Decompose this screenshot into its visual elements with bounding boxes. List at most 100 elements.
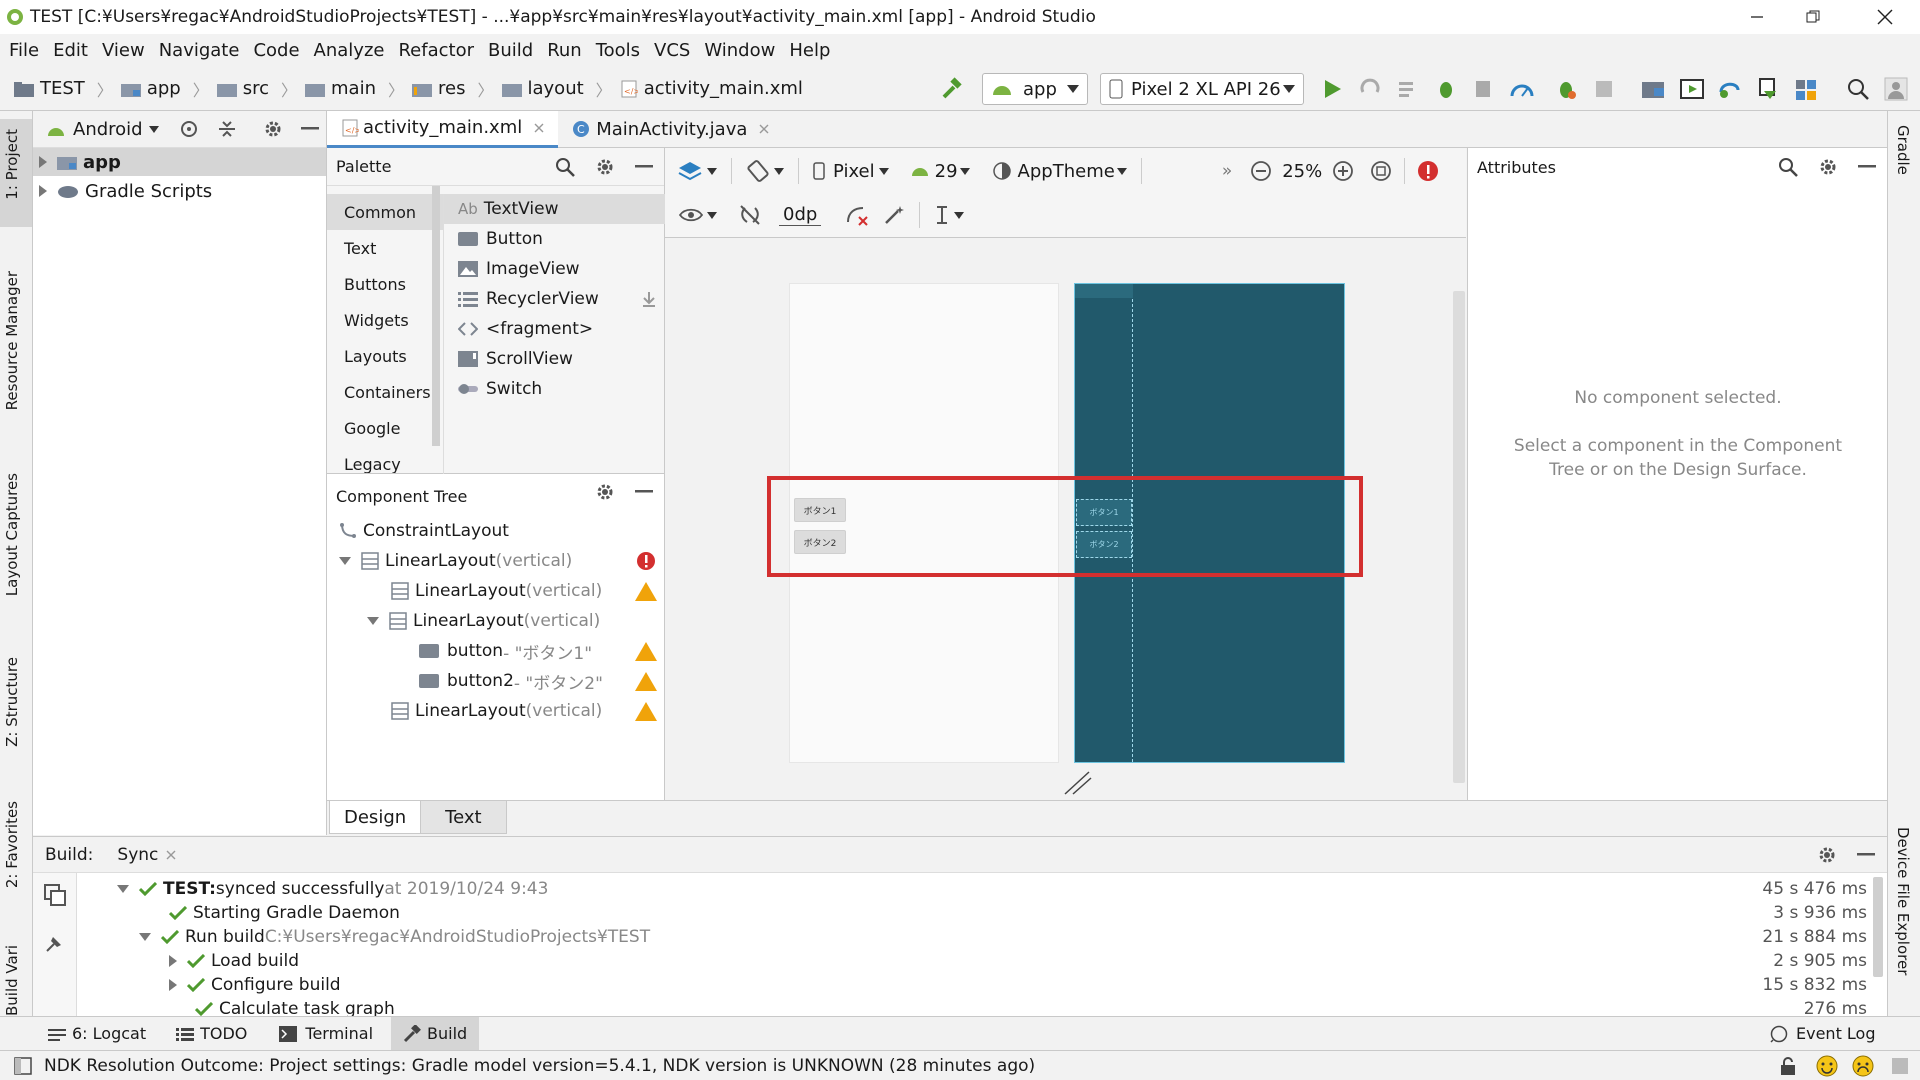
status-message[interactable]: NDK Resolution Outcome: Project settings… [44, 1056, 1035, 1076]
category-layouts[interactable]: Layouts [327, 338, 443, 374]
menu-view[interactable]: View [102, 40, 145, 61]
canvas-scrollbar[interactable] [1453, 291, 1465, 783]
build-scrollbar[interactable] [1873, 877, 1883, 977]
theme-select[interactable]: AppTheme [1018, 161, 1115, 182]
tab-text[interactable]: Text [420, 801, 507, 834]
breadcrumb-app[interactable]: app [147, 78, 181, 99]
breadcrumb-layout[interactable]: layout [528, 78, 584, 99]
tab-activity-main-xml[interactable]: </> activity_main.xml [327, 110, 559, 148]
build-row[interactable]: Calculate task graph 276 ms [77, 997, 1887, 1017]
category-buttons[interactable]: Buttons [327, 266, 443, 302]
make-project-icon[interactable] [934, 71, 970, 107]
tool-tab-layout-captures[interactable]: Layout Captures [3, 473, 21, 596]
tab-design[interactable]: Design [329, 801, 422, 834]
debug-icon[interactable] [1428, 71, 1464, 107]
chevron-down-icon[interactable] [954, 211, 965, 219]
menu-window[interactable]: Window [704, 40, 775, 61]
collapse-arrow-icon[interactable] [117, 885, 129, 893]
expand-arrow-icon[interactable] [169, 955, 177, 967]
warning-icon[interactable] [635, 701, 657, 721]
error-indicator-icon[interactable] [1417, 160, 1439, 182]
infer-constraints-wand-icon[interactable] [883, 204, 905, 226]
locate-icon[interactable] [179, 119, 199, 139]
restore-button[interactable] [1788, 0, 1838, 34]
tool-tab-resource-manager[interactable]: Resource Manager [3, 271, 21, 410]
pin-icon[interactable] [43, 931, 67, 955]
notifications-icon[interactable] [1890, 1056, 1910, 1076]
tool-tab-device-file-explorer[interactable]: Device File Explorer [1894, 827, 1912, 975]
menu-analyze[interactable]: Analyze [314, 40, 385, 61]
collapse-arrow-icon[interactable] [367, 617, 379, 625]
menu-code[interactable]: Code [253, 40, 299, 61]
palette-item-button[interactable]: Button [444, 224, 665, 254]
tree-node-constraintlayout[interactable]: ConstraintLayout [327, 516, 664, 546]
hide-panel-icon[interactable] [635, 490, 653, 494]
layers-icon[interactable] [677, 160, 703, 182]
expand-arrow-icon[interactable] [169, 979, 177, 991]
tool-tab-structure[interactable]: Z: Structure [3, 657, 21, 747]
lock-icon[interactable] [1780, 1057, 1796, 1075]
warning-icon[interactable] [635, 671, 657, 691]
expand-arrow-icon[interactable] [39, 156, 47, 168]
tree-item-gradle-scripts[interactable]: Gradle Scripts [33, 176, 326, 206]
chevron-down-icon[interactable] [774, 167, 784, 175]
tree-node-button2[interactable]: button2 - "ボタン2" [327, 666, 664, 696]
tool-tab-todo[interactable]: TODO [200, 1024, 247, 1043]
tool-tab-project[interactable]: 1: Project [3, 129, 21, 200]
tool-tab-build-active[interactable]: Build [391, 1017, 480, 1050]
settings-gear-icon[interactable] [595, 482, 615, 502]
tool-tab-event-log[interactable]: Event Log [1796, 1024, 1876, 1043]
menu-build[interactable]: Build [488, 40, 533, 61]
chevron-down-icon[interactable] [878, 167, 889, 175]
collapse-all-icon[interactable] [217, 119, 237, 139]
breadcrumb-src[interactable]: src [243, 78, 269, 99]
sad-face-icon[interactable] [1852, 1055, 1874, 1077]
warning-icon[interactable] [635, 581, 657, 601]
close-window-button[interactable] [1860, 0, 1910, 34]
resize-handle-icon[interactable] [1063, 768, 1093, 796]
menu-file[interactable]: File [9, 40, 39, 61]
settings-gear-icon[interactable] [263, 119, 283, 139]
user-icon[interactable] [1878, 71, 1914, 107]
category-text[interactable]: Text [327, 230, 443, 266]
close-tab-icon[interactable] [534, 123, 544, 133]
close-tab-icon[interactable] [166, 850, 176, 860]
build-row[interactable]: Run build C:¥Users¥regac¥AndroidStudioPr… [77, 925, 1887, 949]
menu-navigate[interactable]: Navigate [159, 40, 240, 61]
zoom-to-fit-icon[interactable] [1370, 160, 1392, 182]
palette-item-scrollview[interactable]: ScrollView [444, 344, 665, 374]
search-icon[interactable] [1778, 157, 1798, 177]
view-options-eye-icon[interactable] [679, 207, 703, 223]
tree-node-linearlayout[interactable]: LinearLayout (vertical) [327, 576, 664, 606]
search-icon[interactable] [555, 157, 575, 177]
expand-arrow-icon[interactable] [39, 185, 47, 197]
build-row[interactable]: TEST: synced successfully at 2019/10/24 … [77, 877, 1887, 901]
build-row[interactable]: Configure build 15 s 832 ms [77, 973, 1887, 997]
collapse-arrow-icon[interactable] [339, 557, 351, 565]
design-surface[interactable]: ボタン1 ボタン2 ボタン1 ボタン2 [665, 238, 1466, 800]
toggle-view-icon[interactable] [43, 883, 67, 907]
settings-gear-icon[interactable] [1818, 157, 1838, 177]
tool-tab-gradle[interactable]: Gradle [1894, 125, 1912, 175]
palette-item-recyclerview[interactable]: RecyclerView [444, 284, 665, 314]
breadcrumb-res[interactable]: res [438, 78, 465, 99]
zoom-out-icon[interactable] [1250, 160, 1272, 182]
warning-icon[interactable] [635, 641, 657, 661]
tree-item-app[interactable]: app [33, 148, 326, 176]
palette-item-switch[interactable]: Switch [444, 374, 665, 404]
palette-item-textview[interactable]: Ab TextView [444, 194, 665, 224]
apply-changes-icon[interactable] [1352, 71, 1388, 107]
default-margin-field[interactable]: 0dp [779, 204, 822, 226]
coverage-icon[interactable] [1466, 71, 1502, 107]
sdk-manager-icon[interactable] [1750, 71, 1786, 107]
tool-tab-terminal[interactable]: Terminal [305, 1024, 373, 1043]
hide-panel-icon[interactable] [1858, 165, 1876, 169]
avd-manager-icon[interactable] [1674, 71, 1710, 107]
toggle-tool-windows-icon[interactable] [14, 1056, 32, 1075]
run-icon[interactable] [1314, 71, 1350, 107]
category-scrollbar[interactable] [432, 186, 440, 446]
category-google[interactable]: Google [327, 410, 443, 446]
tool-tab-build-variants[interactable]: Build Variants [3, 946, 21, 1016]
preview-device-select[interactable]: Pixel [833, 161, 875, 182]
chevron-down-icon[interactable] [707, 167, 717, 175]
